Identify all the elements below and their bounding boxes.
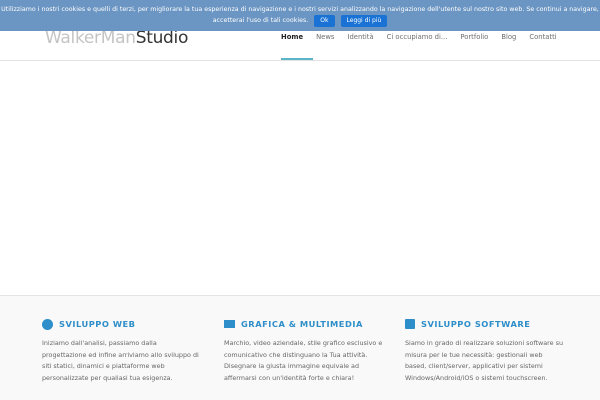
feature-web: SVILUPPO WEB Iniziamo dall'analisi, pass… (42, 318, 202, 384)
cookie-more-button[interactable]: Leggi di più (340, 15, 388, 27)
nav-portfolio[interactable]: Portfolio (460, 33, 488, 41)
features-section: SVILUPPO WEB Iniziamo dall'analisi, pass… (0, 296, 600, 400)
main-nav: Home News Identità Ci occupiamo di... Po… (281, 33, 570, 41)
floppy-disk-icon (405, 319, 415, 329)
feature-text: Marchio, video aziendale, stile grafico … (224, 339, 383, 382)
nav-contatti[interactable]: Contatti (529, 33, 556, 41)
feature-software: SVILUPPO SOFTWARE Siamo in grado di real… (405, 318, 565, 384)
feature-text: Iniziamo dall'analisi, passiamo dalla pr… (42, 339, 199, 382)
nav-blog[interactable]: Blog (501, 33, 516, 41)
feature-title: GRAFICA & MULTIMEDIA (241, 319, 363, 329)
feature-title: SVILUPPO SOFTWARE (421, 319, 531, 329)
logo[interactable]: WalkerManStudio (45, 28, 188, 48)
logo-text-2: Studio (135, 28, 189, 48)
hero-slider (0, 61, 600, 296)
nav-home[interactable]: Home (281, 33, 303, 41)
feature-title: SVILUPPO WEB (59, 319, 136, 329)
active-nav-indicator (281, 58, 313, 60)
cookie-banner: Utilizziamo i nostri cookies e quelli di… (0, 0, 600, 31)
globe-icon (42, 318, 53, 330)
cookie-text: Utilizziamo i nostri cookies e quelli di… (1, 6, 599, 24)
film-icon (224, 320, 235, 328)
nav-news[interactable]: News (316, 33, 334, 41)
logo-text-1: WalkerMan (45, 28, 136, 48)
nav-identita[interactable]: Identità (347, 33, 373, 41)
feature-text: Siamo in grado di realizzare soluzioni s… (405, 339, 564, 382)
nav-ci-occupiamo[interactable]: Ci occupiamo di... (387, 33, 448, 41)
feature-grafica: GRAFICA & MULTIMEDIA Marchio, video azie… (224, 318, 384, 384)
cookie-ok-button[interactable]: Ok (314, 15, 335, 27)
